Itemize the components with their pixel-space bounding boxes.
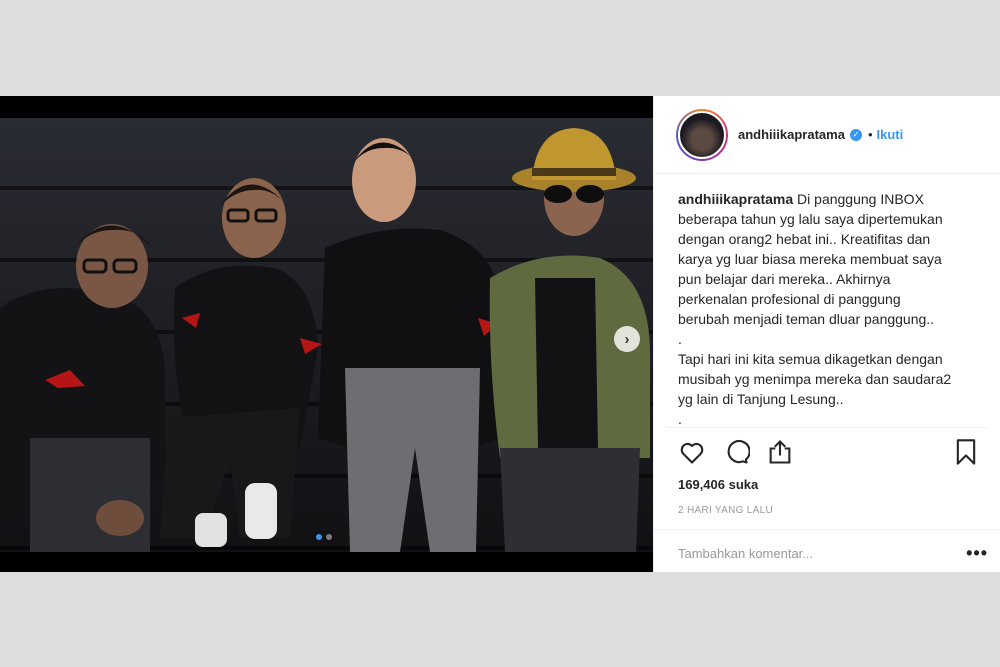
heart-icon[interactable] (678, 438, 706, 466)
header-username[interactable]: andhiiikapratama (738, 127, 845, 142)
person-2 (160, 178, 322, 547)
comment-row: ••• (678, 542, 988, 564)
caption-username[interactable]: andhiiikapratama (678, 191, 793, 207)
caption-line: dengan orang2 hebat ini.. Kreatifitas da… (678, 231, 931, 247)
caption-line: Tapi hari ini kita semua dikagetkan deng… (678, 351, 943, 367)
more-options-icon[interactable]: ••• (966, 543, 988, 564)
caption-line: pun belajar dari mereka.. Akhirnya (678, 271, 891, 287)
caption-line: . (678, 411, 682, 427)
chevron-right-icon[interactable]: › (614, 326, 640, 352)
divider (666, 427, 988, 428)
verified-badge-icon: ✓ (849, 128, 862, 141)
post-sidebar: andhiiikapratama ✓ • Ikuti andhiiikaprat… (653, 96, 1000, 572)
caption-line: beberapa tahun yg lalu saya dipertemukan (678, 211, 943, 227)
caption-line: . (678, 331, 682, 347)
post-media[interactable]: › (0, 96, 653, 572)
person-3 (318, 138, 500, 552)
action-bar (678, 436, 978, 468)
share-icon[interactable] (766, 438, 794, 466)
avatar-image (678, 110, 726, 159)
caption-line: musibah yg menimpa mereka dan saudara2 (678, 371, 952, 387)
caption-line: andhiiikapratama Di panggung INBOX (678, 191, 924, 207)
person-1 (0, 224, 165, 552)
caption-line: yg lain di Tanjung Lesung.. (678, 391, 844, 407)
divider (654, 529, 1000, 530)
carousel-dot-active (316, 534, 322, 540)
comment-icon[interactable] (722, 438, 750, 466)
post-photo (0, 118, 653, 552)
caption-line: perkenalan profesional di panggung (678, 291, 901, 307)
follow-button[interactable]: Ikuti (877, 127, 904, 142)
comment-input[interactable] (678, 545, 938, 561)
photo-group-illustration (0, 128, 650, 552)
carousel-indicator (316, 534, 332, 540)
caption-line: berubah menjadi teman dluar panggung.. (678, 311, 935, 327)
header-separator: • (867, 127, 873, 142)
caption-line: karya yg luar biasa mereka membuat saya (678, 251, 942, 267)
post-header: andhiiikapratama ✓ • Ikuti (654, 96, 1000, 174)
avatar[interactable] (676, 108, 728, 161)
like-count[interactable]: 169,406 suka (678, 477, 758, 492)
carousel-dot (326, 534, 332, 540)
post-timestamp: 2 HARI YANG LALU (678, 505, 774, 516)
bookmark-icon[interactable] (954, 438, 978, 466)
post-caption: andhiiikapratama Di panggung INBOX beber… (678, 189, 983, 429)
instagram-post: › andhiiikapratama ✓ • Ikuti andhiiikapr… (0, 96, 1000, 572)
